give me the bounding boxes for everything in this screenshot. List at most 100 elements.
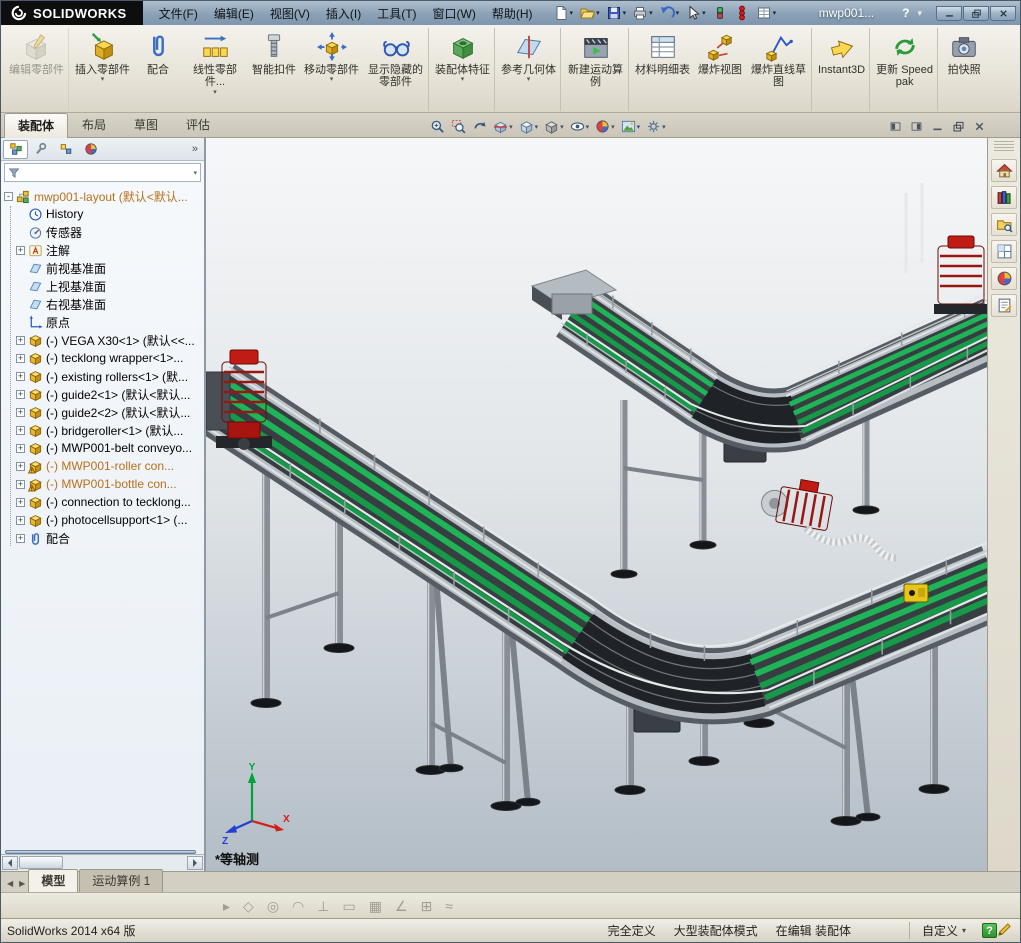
guide-rods[interactable] (904, 183, 924, 273)
instant3d-button[interactable]: Instant3D (814, 28, 871, 111)
command-tab[interactable]: 装配体 (4, 113, 69, 138)
model-tab[interactable]: 运动算例 1 (79, 869, 164, 892)
open-button[interactable] (577, 4, 602, 22)
select-button[interactable] (683, 4, 708, 22)
take-snapshot-button[interactable]: 拍快照 (940, 28, 988, 111)
hide-show-items-button[interactable] (569, 118, 591, 135)
propertymanager-tab[interactable] (28, 140, 53, 159)
command-tab[interactable]: 布局 (68, 112, 120, 137)
snap-perpendicular-button[interactable]: ⊥ (317, 899, 329, 913)
file-properties-button[interactable] (754, 4, 779, 22)
section-view-button[interactable] (492, 118, 514, 135)
doc-pane-left-button[interactable] (889, 120, 902, 133)
move-component-button[interactable]: 移动零部件 (300, 28, 363, 111)
exploded-view-button[interactable]: 爆炸视图 (694, 28, 746, 111)
undo-button[interactable] (657, 4, 682, 22)
tree-item[interactable]: 原点 (16, 313, 204, 331)
tree-item[interactable]: + (-) VEGA X30<1> (默认<<... (16, 331, 204, 349)
expand-toggle[interactable]: - (4, 191, 13, 201)
tree-item[interactable]: - mwp001-layout (默认<默认... (4, 187, 204, 205)
tree-item[interactable]: + (-) MWP001-bottle con... (16, 475, 204, 493)
previous-view-button[interactable] (471, 118, 488, 135)
snap-center-button[interactable]: ◇ (243, 899, 254, 913)
expand-toggle[interactable]: + (16, 533, 25, 543)
task-pane-grip[interactable] (994, 141, 1014, 153)
menu-item[interactable]: 编辑(E) (206, 1, 262, 26)
model-tab[interactable]: 模型 (28, 869, 79, 892)
task-pane-resources-tab[interactable] (991, 159, 1017, 182)
menu-item[interactable]: 窗口(W) (425, 1, 484, 26)
scrollbar-track[interactable] (18, 856, 187, 870)
menu-item[interactable]: 工具(T) (369, 1, 424, 26)
lower-conveyor[interactable] (206, 357, 987, 826)
tree-item[interactable]: History (16, 205, 204, 223)
snap-angle-button[interactable]: ∠ (395, 899, 408, 913)
window-restore-button[interactable] (963, 5, 989, 21)
snap-circle-button[interactable]: ◎ (267, 899, 279, 913)
tree-item[interactable]: 右视基准面 (16, 295, 204, 313)
tree-item[interactable]: 传感器 (16, 223, 204, 241)
featuremanager-tab[interactable] (3, 139, 28, 159)
window-minimize-button[interactable] (936, 5, 962, 21)
display-style-button[interactable] (543, 118, 565, 135)
tree-item[interactable]: 前视基准面 (16, 259, 204, 277)
scrollbar-thumb[interactable] (19, 856, 63, 869)
feedback-pencil-icon[interactable] (997, 922, 1012, 940)
assembly-3d-scene[interactable] (206, 138, 987, 871)
menu-item[interactable]: 文件(F) (151, 1, 206, 26)
expand-toggle[interactable]: + (16, 371, 25, 381)
print-button[interactable] (630, 4, 655, 22)
tree-item[interactable]: + (-) MWP001-belt conveyo... (16, 439, 204, 457)
snap-points-button[interactable]: ▸ (223, 899, 230, 913)
expand-toggle[interactable]: + (16, 479, 25, 489)
edit-component-button[interactable]: 编辑零部件 (5, 28, 69, 111)
snap-rectangle-button[interactable]: ▭ (342, 899, 355, 913)
expand-toggle[interactable]: + (16, 515, 25, 525)
expand-toggle[interactable]: + (16, 407, 25, 417)
expand-toggle[interactable]: + (16, 425, 25, 435)
expand-toggle[interactable]: + (16, 389, 25, 399)
apply-scene-button[interactable] (620, 118, 642, 135)
view-settings-button[interactable] (645, 118, 667, 135)
doc-close-button[interactable] (973, 120, 986, 133)
collapse-toolbar-button[interactable]: ▾ (917, 8, 922, 19)
snap-spline-button[interactable]: ≈ (445, 899, 453, 913)
menu-item[interactable]: 视图(V) (262, 1, 318, 26)
insert-component-button[interactable]: 插入零部件 (71, 28, 134, 111)
expand-toggle[interactable]: + (16, 353, 25, 363)
menu-item[interactable]: 帮助(H) (484, 1, 541, 26)
zoom-to-fit-button[interactable] (429, 118, 446, 135)
tree-item[interactable]: + (-) guide2<1> (默认<默认... (16, 385, 204, 403)
linear-component-pattern-button[interactable]: 线性零部件... (182, 28, 248, 111)
doc-restore-button[interactable] (952, 120, 965, 133)
snap-grid-button[interactable]: ▦ (369, 899, 382, 913)
displaymanager-tab[interactable] (78, 140, 103, 159)
menu-item[interactable]: 插入(I) (318, 1, 369, 26)
zoom-to-area-button[interactable] (450, 118, 467, 135)
save-button[interactable] (604, 4, 629, 22)
expand-toggle[interactable]: + (16, 245, 25, 255)
panel-overflow-chevron[interactable]: » (192, 143, 202, 155)
bill-of-materials-button[interactable]: 材料明细表 (631, 28, 694, 111)
window-close-button[interactable] (990, 5, 1016, 21)
tree-item[interactable]: + 配合 (16, 529, 204, 547)
help-menu-button[interactable]: ? (896, 6, 915, 20)
doc-pane-right-button[interactable] (910, 120, 923, 133)
expand-toggle[interactable]: + (16, 497, 25, 507)
mate-button[interactable]: 配合 (134, 28, 182, 111)
new-document-button[interactable] (551, 4, 576, 22)
tree-item[interactable]: + (-) existing rollers<1> (默... (16, 367, 204, 385)
new-motion-study-button[interactable]: 新建运动算例 (563, 28, 629, 111)
task-pane-view-palette-tab[interactable] (991, 240, 1017, 263)
tree-item[interactable]: + (-) photocellsupport<1> (... (16, 511, 204, 529)
edit-appearance-button[interactable] (594, 118, 616, 135)
scroll-left-button[interactable] (2, 856, 18, 870)
gearmotor-right[interactable] (759, 474, 835, 531)
show-hidden-components-button[interactable]: 显示隐藏的零部件 (363, 28, 429, 111)
snap-tangent-button[interactable]: ◠ (292, 899, 304, 913)
update-speedpak-button[interactable]: 更新 Speedpak (872, 28, 939, 111)
reference-geometry-button[interactable]: 参考几何体 (497, 28, 561, 111)
custom-status-button[interactable]: 自定义 ▾ (908, 922, 966, 939)
upper-conveyor[interactable] (530, 269, 987, 579)
tab-scroll-left-button[interactable]: ◀ (4, 879, 16, 892)
